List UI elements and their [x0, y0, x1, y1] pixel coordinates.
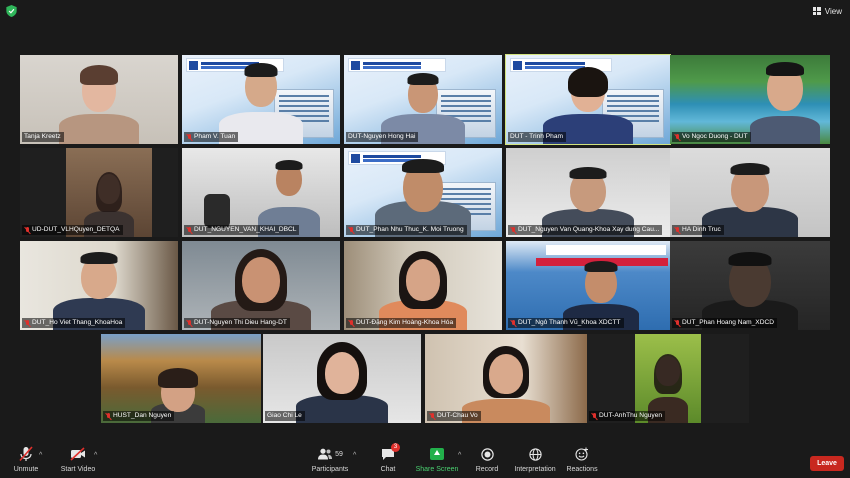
- mic-muted-icon: [674, 133, 680, 141]
- video-tile[interactable]: DUT_Phan Nhu Thuc_K. Moi Truong: [344, 148, 502, 237]
- gallery-view: Tanja Kreetz Pham V. Tuan DUT-Nguyen Hon…: [0, 0, 850, 440]
- mic-muted-icon: [105, 412, 111, 420]
- start-video-button[interactable]: Start Video: [58, 446, 98, 473]
- video-tile[interactable]: Pham V. Tuan: [182, 55, 340, 144]
- mic-muted-icon: [674, 226, 680, 234]
- video-tile[interactable]: DUT_Phan Hoang Nam_XDCD: [670, 241, 830, 330]
- participant-name-tag: DUT_Phan Nhu Thuc_K. Moi Truong: [346, 225, 467, 235]
- participants-icon: [318, 448, 333, 460]
- participants-options-caret[interactable]: ^: [353, 452, 356, 459]
- video-tile[interactable]: HUST_Dan Nguyen: [101, 334, 261, 423]
- chat-button[interactable]: 3 Chat: [377, 443, 400, 473]
- participant-count: 59: [335, 450, 343, 458]
- share-options-caret[interactable]: ^: [458, 452, 461, 459]
- record-icon: [480, 446, 494, 462]
- mic-muted-icon: [429, 412, 435, 420]
- video-tile[interactable]: UD-DUT_VLHQuyen_DETQA: [20, 148, 178, 237]
- participant-name-tag: HUST_Dan Nguyen: [103, 411, 175, 421]
- mic-muted-icon: [348, 226, 354, 234]
- record-button[interactable]: Record: [475, 446, 499, 473]
- participant-name-tag: Vo Ngoc Duong - DUT: [672, 132, 751, 142]
- participant-name-tag: DUT-Đặng Kim Hoàng-Khoa Hóa: [346, 318, 457, 328]
- meeting-controls-toolbar: Unmute ^ Start Video ^ 59 Participants ^…: [0, 440, 850, 478]
- video-tile[interactable]: DUT-Nguyen Thi Dieu Hang-DT: [182, 241, 340, 330]
- reactions-button[interactable]: Reactions: [566, 446, 598, 473]
- participant-name-tag: DUT-Nguyen Thi Dieu Hang-DT: [184, 318, 290, 328]
- mic-muted-icon: [510, 319, 516, 327]
- chat-unread-badge: 3: [391, 443, 400, 452]
- video-off-icon: [70, 446, 86, 462]
- mic-muted-icon: [186, 319, 192, 327]
- participant-name-tag: DUT-AnhThu Nguyen: [589, 411, 666, 421]
- participant-name-tag: UD-DUT_VLHQuyen_DETQA: [22, 225, 123, 235]
- mic-muted-icon: [348, 319, 354, 327]
- video-tile[interactable]: DUT-Chau Vo: [425, 334, 587, 423]
- globe-icon: [528, 446, 542, 462]
- video-tile[interactable]: DUT-Nguyen Hong Hai: [344, 55, 502, 144]
- participant-name-tag: Giao Chi Le: [265, 411, 305, 421]
- video-tile[interactable]: DUT_Ho Viet Thang_KhoaHoa: [20, 241, 178, 330]
- participant-name-tag: DUT_Ngô Thanh Vũ_Khoa XDCTT: [508, 318, 624, 328]
- view-button[interactable]: View: [812, 4, 842, 18]
- video-tile[interactable]: DUT_Nguyen Van Quang-Khoa Xay dung Cau..…: [506, 148, 670, 237]
- mic-muted-icon: [24, 226, 30, 234]
- participant-name-tag: Pham V. Tuan: [184, 132, 239, 142]
- video-tile[interactable]: DUT-Đặng Kim Hoàng-Khoa Hóa: [344, 241, 502, 330]
- share-screen-icon: [430, 448, 444, 460]
- video-options-caret[interactable]: ^: [94, 452, 97, 459]
- participant-name-tag: DUT_Nguyen Van Quang-Khoa Xay dung Cau..…: [508, 225, 663, 235]
- emoji-icon: [575, 446, 589, 462]
- leave-button[interactable]: Leave: [810, 456, 844, 471]
- video-tile[interactable]: DUT_Ngô Thanh Vũ_Khoa XDCTT: [506, 241, 670, 330]
- participant-name-tag: DUT_NGUYEN_VAN_KHAI_DBCL: [184, 225, 300, 235]
- participant-name-tag: Tanja Kreetz: [22, 132, 64, 142]
- video-tile[interactable]: Tanja Kreetz: [20, 55, 178, 144]
- participant-name-tag: DUT - Trinh Pham: [508, 132, 567, 142]
- video-tile[interactable]: DUT-AnhThu Nguyen: [587, 334, 749, 423]
- participant-name-tag: HA Dinh Truc: [672, 225, 724, 235]
- video-tile[interactable]: Vo Ngoc Duong - DUT: [670, 55, 830, 144]
- mic-muted-icon: [186, 133, 192, 141]
- interpretation-button[interactable]: Interpretation: [512, 446, 558, 473]
- video-tile-active-speaker[interactable]: DUT - Trinh Pham: [505, 54, 671, 145]
- mic-muted-icon: [510, 226, 516, 234]
- participants-button[interactable]: 59 Participants: [309, 446, 351, 473]
- participant-name-tag: DUT-Chau Vo: [427, 411, 481, 421]
- video-tile[interactable]: Giao Chi Le: [263, 334, 421, 423]
- meeting-top-bar: View: [0, 0, 850, 22]
- participant-name-tag: DUT_Phan Hoang Nam_XDCD: [672, 318, 777, 328]
- video-tile[interactable]: HA Dinh Truc: [670, 148, 830, 237]
- mic-muted-icon: [186, 226, 192, 234]
- video-tile[interactable]: DUT_NGUYEN_VAN_KHAI_DBCL: [182, 148, 340, 237]
- share-screen-button[interactable]: Share Screen: [416, 446, 458, 473]
- zoom-meeting-window: Tanja Kreetz Pham V. Tuan DUT-Nguyen Hon…: [0, 0, 850, 478]
- participant-name-tag: DUT-Nguyen Hong Hai: [346, 132, 419, 142]
- grid-view-icon: [812, 7, 821, 15]
- mic-off-icon: [19, 446, 33, 462]
- unmute-button[interactable]: Unmute: [10, 446, 42, 473]
- mic-muted-icon: [24, 319, 30, 327]
- audio-options-caret[interactable]: ^: [39, 452, 42, 459]
- mic-muted-icon: [591, 412, 597, 420]
- mic-muted-icon: [674, 319, 680, 327]
- participant-name-tag: DUT_Ho Viet Thang_KhoaHoa: [22, 318, 126, 328]
- encryption-shield-icon[interactable]: [6, 5, 17, 17]
